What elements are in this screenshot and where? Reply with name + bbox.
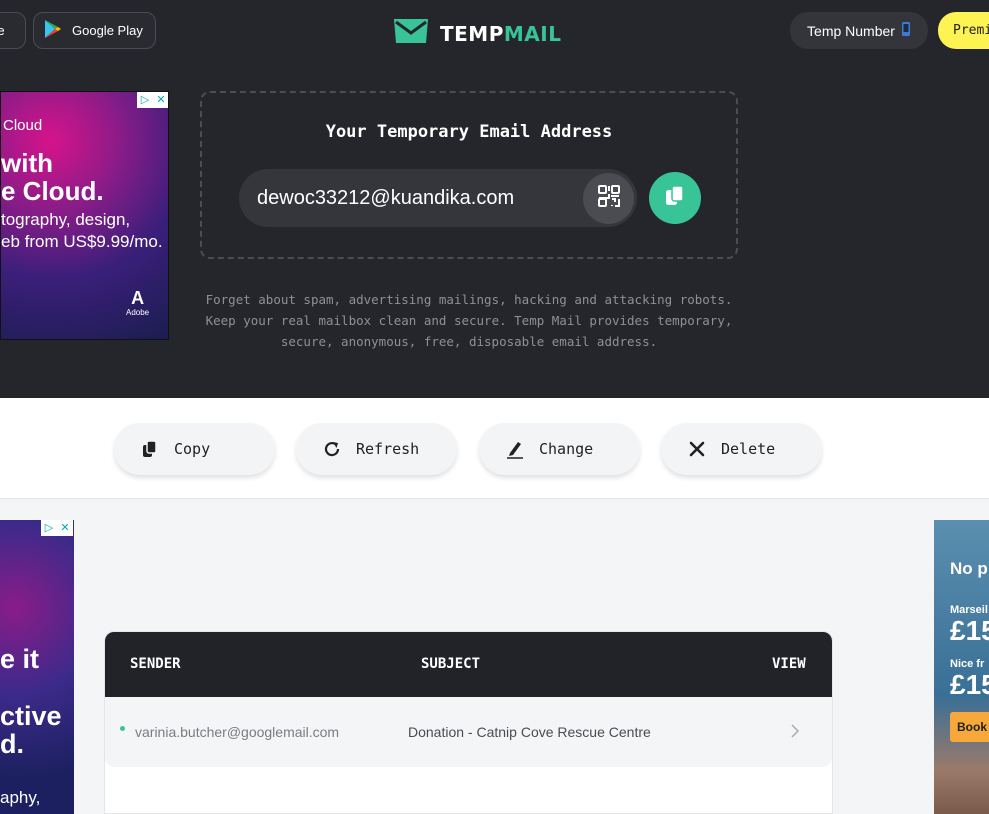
google-play-button[interactable]: Google Play bbox=[33, 12, 156, 49]
inbox-header: SENDER SUBJECT VIEW bbox=[105, 632, 832, 697]
copy-email-button[interactable] bbox=[649, 172, 701, 224]
column-header-sender: SENDER bbox=[130, 656, 181, 672]
ad-price: £15 bbox=[950, 669, 989, 700]
change-button[interactable]: Change bbox=[479, 423, 640, 475]
logo-text-mail: MAIL bbox=[503, 21, 562, 46]
email-panel-title: Your Temporary Email Address bbox=[325, 122, 613, 142]
google-play-label: Google Play bbox=[72, 23, 143, 38]
row-sender[interactable]: varinia.butcher@googlemail.com bbox=[135, 697, 339, 767]
temp-number-label: Temp Number bbox=[807, 22, 895, 39]
copy-icon bbox=[664, 184, 686, 213]
row-subject[interactable]: Donation - Catnip Cove Rescue Centre bbox=[408, 697, 651, 767]
premium-label: Premi bbox=[953, 23, 989, 38]
hero-section: re Google Play TEMPMAIL Temp Number bbox=[0, 0, 989, 398]
copy-icon bbox=[140, 439, 160, 459]
unread-indicator bbox=[120, 726, 125, 731]
ad-headline: with e Cloud. bbox=[1, 148, 104, 206]
column-header-subject: SUBJECT bbox=[421, 656, 481, 672]
email-address-value[interactable]: dewoc33212@kuandika.com bbox=[257, 169, 514, 227]
tempmail-logo[interactable]: TEMPMAIL bbox=[392, 17, 561, 50]
inbox-table: SENDER SUBJECT VIEW varinia.butcher@goog… bbox=[104, 631, 833, 814]
ad-headline: No p the d bbox=[950, 559, 989, 578]
envelope-icon bbox=[392, 17, 430, 50]
phone-icon bbox=[901, 21, 911, 40]
table-row[interactable]: varinia.butcher@googlemail.com Donation … bbox=[105, 697, 832, 767]
refresh-icon bbox=[322, 439, 342, 459]
ad-body: tography, design, eb from US$9.99/mo. bbox=[1, 210, 163, 251]
ad-price: £15 bbox=[950, 615, 989, 646]
ad-text: e it bbox=[0, 644, 40, 674]
advertisement-banner[interactable]: ▷ ✕ Cloud with e Cloud. tography, design,… bbox=[0, 91, 169, 340]
refresh-label: Refresh bbox=[356, 440, 420, 458]
email-address-panel: Your Temporary Email Address dewoc33212@… bbox=[200, 91, 738, 259]
ad-text: ctive bbox=[0, 701, 62, 731]
change-label: Change bbox=[539, 440, 594, 458]
chevron-right-icon[interactable] bbox=[791, 724, 800, 743]
ad-choices-icon[interactable]: ▷ ✕ bbox=[41, 520, 73, 536]
adobe-logo-icon: A Adobe bbox=[126, 288, 150, 317]
action-bar: Copy Refresh Change Delete bbox=[0, 398, 989, 499]
column-header-view: VIEW bbox=[772, 656, 806, 672]
edit-pen-icon bbox=[505, 439, 525, 459]
close-icon bbox=[687, 439, 707, 459]
ad-choices-icon[interactable]: ▷ ✕ bbox=[137, 92, 168, 108]
delete-button[interactable]: Delete bbox=[661, 423, 822, 475]
ad-book-button[interactable]: Book bbox=[950, 712, 989, 742]
qr-code-icon bbox=[597, 184, 621, 213]
right-advertisement[interactable]: No p the d Marseil £15 Nice fr £15 Book bbox=[934, 520, 989, 814]
google-play-icon bbox=[44, 19, 62, 42]
copy-button[interactable]: Copy bbox=[114, 423, 275, 475]
logo-text-temp: TEMP bbox=[440, 21, 504, 46]
app-store-button[interactable]: re bbox=[0, 12, 26, 49]
temp-number-button[interactable]: Temp Number bbox=[790, 12, 928, 49]
email-address-field[interactable]: dewoc33212@kuandika.com bbox=[239, 169, 637, 227]
delete-label: Delete bbox=[721, 440, 776, 458]
app-store-label: re bbox=[0, 23, 5, 38]
copy-label: Copy bbox=[174, 440, 211, 458]
ad-text: aphy, bbox=[0, 788, 41, 807]
premium-button[interactable]: Premi bbox=[938, 12, 989, 49]
refresh-button[interactable]: Refresh bbox=[296, 423, 457, 475]
service-description: Forget about spam, advertising mailings,… bbox=[205, 292, 733, 349]
ad-text: d. bbox=[0, 729, 24, 759]
left-advertisement[interactable]: ▷ ✕ e it ctive d. aphy, bbox=[0, 520, 74, 814]
qr-code-button[interactable] bbox=[583, 173, 634, 224]
ad-text: Cloud bbox=[3, 117, 43, 134]
